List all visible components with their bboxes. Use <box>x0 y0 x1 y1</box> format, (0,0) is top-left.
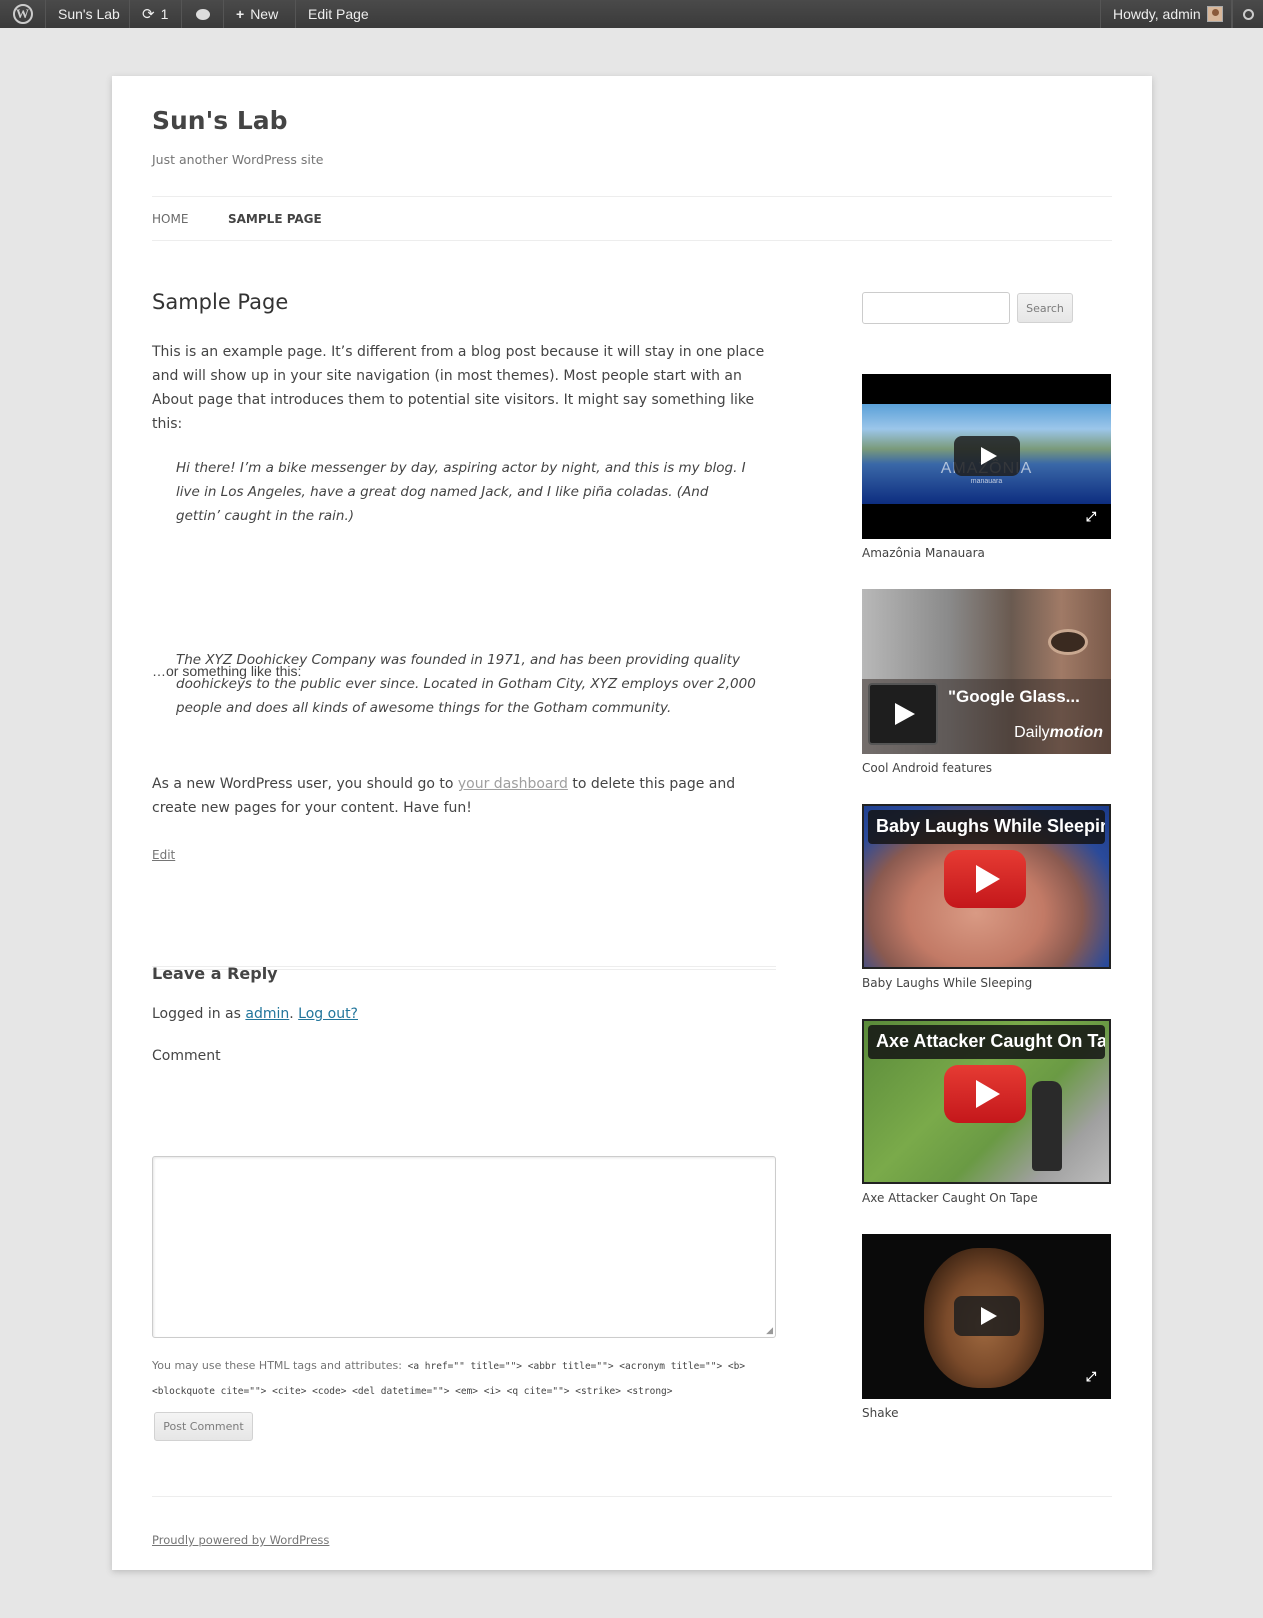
play-icon <box>981 1307 997 1325</box>
search-icon <box>1242 8 1254 20</box>
logged-in-dot: . <box>289 1006 294 1022</box>
nav-item-sample-page[interactable]: SAMPLE PAGE <box>228 212 322 226</box>
admin-bar: W Sun's Lab ⟳ 1 + New Edit Page Howdy, a… <box>0 0 1263 28</box>
comment-label: Comment <box>152 1048 221 1064</box>
logout-link[interactable]: Log out? <box>298 1006 358 1022</box>
allowed-tags-code-2: <blockquote cite=""> <cite> <code> <del … <box>152 1386 673 1397</box>
resize-handle-icon[interactable]: ◢ <box>766 1325 773 1336</box>
fullscreen-icon[interactable]: ⤢ <box>1084 1370 1098 1384</box>
avatar <box>1206 6 1223 22</box>
entry-paragraph-1: This is an example page. It’s different … <box>152 344 765 432</box>
video-caption: Amazônia Manauara <box>862 546 985 560</box>
post-comment-button[interactable]: Post Comment <box>154 1412 253 1441</box>
youtube-play-button[interactable] <box>944 850 1026 908</box>
page-title: Sample Page <box>152 290 289 314</box>
logged-in-as: Logged in as admin. Log out? <box>152 1006 358 1022</box>
allowed-tags-intro: You may use these HTML tags and attribut… <box>152 1359 402 1372</box>
paragraph-3-text-before: As a new WordPress user, you should go t… <box>152 776 458 792</box>
allowed-tags-notice: You may use these HTML tags and attribut… <box>152 1354 782 1404</box>
new-label: New <box>250 6 279 22</box>
edit-link-wrap: Edit <box>152 848 175 862</box>
video-amazonia-manauara[interactable]: AMAZÔNIA manauara ⤢ <box>862 374 1111 539</box>
video-caption: Axe Attacker Caught On Tape <box>862 1191 1038 1205</box>
blockquote-1: Hi there! I’m a bike messenger by day, a… <box>176 460 746 524</box>
site-name-label: Sun's Lab <box>58 6 120 22</box>
updates-count: 1 <box>160 6 169 22</box>
admin-bar-edit-page[interactable]: Edit Page <box>296 0 380 28</box>
wordpress-logo-menu[interactable]: W <box>0 0 46 28</box>
edit-link[interactable]: Edit <box>152 848 175 862</box>
comment-bubble-icon <box>195 8 210 20</box>
eye-graphic <box>1048 629 1088 655</box>
blockquote-2: The XYZ Doohickey Company was founded in… <box>176 652 756 716</box>
dailymotion-brand: Daily <box>1014 724 1050 741</box>
admin-bar-my-account[interactable]: Howdy, admin <box>1100 0 1232 28</box>
site-description: Just another WordPress site <box>152 152 324 167</box>
dailymotion-logo: Dailymotion <box>1014 724 1103 742</box>
site-title[interactable]: Sun's Lab <box>152 106 288 135</box>
search-input[interactable] <box>862 292 1010 324</box>
dashboard-link[interactable]: your dashboard <box>458 776 568 792</box>
reply-title: Leave a Reply <box>152 964 278 983</box>
logged-in-prefix: Logged in as <box>152 1006 246 1022</box>
wordpress-icon: W <box>12 4 33 24</box>
video-overlay-subtitle: manauara <box>970 478 1003 485</box>
video-overlay-title: Axe Attacker Caught On Tape <box>868 1025 1105 1059</box>
play-icon <box>976 865 1000 893</box>
video-shake[interactable]: ⤢ <box>862 1234 1111 1399</box>
refresh-icon: ⟳ <box>142 6 155 23</box>
person-figure <box>1032 1081 1062 1171</box>
play-icon <box>981 447 997 465</box>
play-button[interactable] <box>954 1296 1020 1336</box>
youtube-play-button[interactable] <box>944 1065 1026 1123</box>
video-cool-android-features[interactable]: "Google Glass... Dailymotion <box>862 589 1111 754</box>
main-navigation: HOME SAMPLE PAGE <box>152 196 1112 241</box>
play-button[interactable] <box>954 436 1020 476</box>
video-caption: Shake <box>862 1406 899 1420</box>
play-button[interactable] <box>868 683 938 745</box>
admin-bar-comments[interactable] <box>182 0 224 28</box>
site-info: Proudly powered by WordPress <box>152 1533 329 1547</box>
play-icon <box>895 703 915 725</box>
allowed-tags-code-1: <a href="" title=""> <abbr title=""> <ac… <box>401 1361 746 1372</box>
admin-bar-updates[interactable]: ⟳ 1 <box>130 0 182 28</box>
admin-bar-search[interactable] <box>1232 0 1263 28</box>
dailymotion-brand-em: motion <box>1049 724 1103 741</box>
howdy-label: Howdy, admin <box>1113 6 1201 22</box>
user-link[interactable]: admin <box>245 1006 289 1022</box>
video-caption: Cool Android features <box>862 761 992 775</box>
video-axe-attacker[interactable]: Axe Attacker Caught On Tape <box>862 1019 1111 1184</box>
video-overlay-title: "Google Glass... <box>948 687 1080 706</box>
powered-by-link[interactable]: Proudly powered by WordPress <box>152 1533 329 1547</box>
video-baby-laughs[interactable]: Baby Laughs While Sleeping <box>862 804 1111 969</box>
admin-bar-site-name[interactable]: Sun's Lab <box>46 0 130 28</box>
search-button[interactable]: Search <box>1017 293 1073 323</box>
plus-icon: + <box>236 6 245 22</box>
page-container: Sun's Lab Just another WordPress site HO… <box>112 76 1152 1570</box>
fullscreen-icon[interactable]: ⤢ <box>1084 510 1098 524</box>
nav-item-home[interactable]: HOME <box>152 212 188 226</box>
admin-bar-new[interactable]: + New <box>224 0 296 28</box>
footer-divider <box>152 1496 1112 1497</box>
entry-paragraph-3: As a new WordPress user, you should go t… <box>152 772 772 820</box>
video-overlay-title: Baby Laughs While Sleeping <box>868 810 1105 844</box>
comment-textarea[interactable]: ◢ <box>152 1156 776 1338</box>
play-icon <box>976 1080 1000 1108</box>
edit-page-label: Edit Page <box>308 6 369 22</box>
video-caption: Baby Laughs While Sleeping <box>862 976 1033 990</box>
